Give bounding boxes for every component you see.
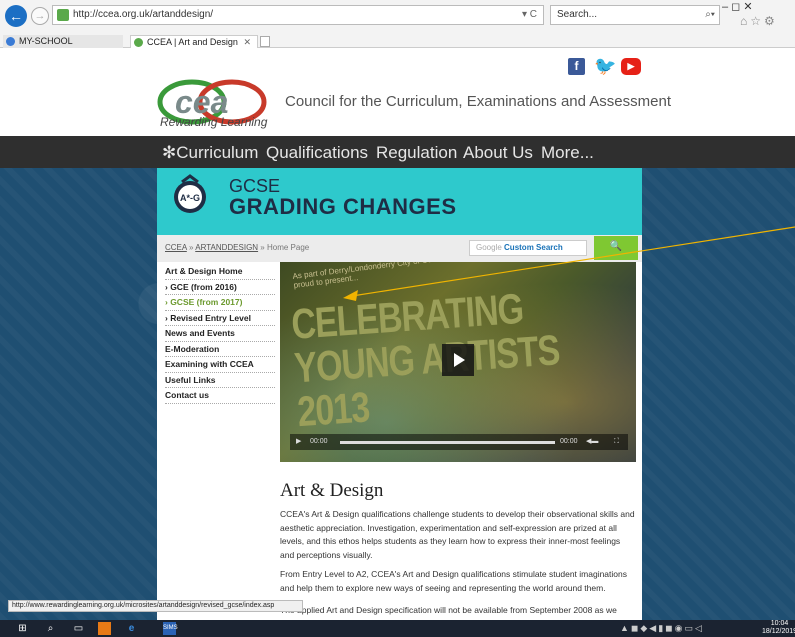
sidebar-item-entry-level[interactable]: › Revised Entry Level <box>165 311 275 326</box>
nav-about-us[interactable]: About Us <box>463 143 533 163</box>
time-end: 00:00 <box>560 438 578 445</box>
refresh-icon[interactable]: ▾ C <box>522 6 537 24</box>
main-nav: ✻Curriculum Qualifications Regulation Ab… <box>0 136 795 168</box>
article-paragraph: CCEA's Art & Design qualifications chall… <box>280 509 635 560</box>
tab-my-school[interactable]: MY-SCHOOL <box>3 35 123 48</box>
sims-icon[interactable]: SIMS <box>163 622 178 635</box>
breadcrumb-root[interactable]: CCEA <box>165 243 187 252</box>
tagline: Rewarding Learning <box>160 115 268 129</box>
play-icon[interactable]: ▶ <box>296 434 301 450</box>
sidebar-item-news[interactable]: News and Events <box>165 326 275 342</box>
browser-search-placeholder: Search... <box>557 9 598 20</box>
new-tab-button[interactable] <box>260 36 270 47</box>
search-icon[interactable]: ⌕ <box>44 622 57 635</box>
grade-badge-icon: A*-G <box>174 174 206 213</box>
main-content: A*-G GCSE GRADING CHANGES CCEA » ARTANDD… <box>157 168 642 629</box>
nav-qualifications[interactable]: Qualifications <box>266 143 368 163</box>
page-title: Art & Design <box>280 480 384 501</box>
tab-favicon-icon <box>6 37 15 46</box>
tab-favicon-icon <box>134 38 143 47</box>
internet-explorer-icon[interactable]: e <box>125 622 138 635</box>
twitter-icon[interactable]: 🐦 <box>594 57 616 75</box>
sidebar-item-examining[interactable]: Examining with CCEA <box>165 357 275 373</box>
sidebar-item-useful-links[interactable]: Useful Links <box>165 373 275 388</box>
system-tray-icons[interactable]: ▲◼◆◀▮◼◉▭◁ <box>620 623 704 634</box>
time-start: 00:00 <box>310 438 328 445</box>
forward-arrow-icon[interactable]: → <box>31 7 49 25</box>
window-controls[interactable]: – ◻ ✕ <box>722 0 795 14</box>
video-progress-bar[interactable] <box>340 441 555 444</box>
clock[interactable]: 10:04 18/12/2019 <box>762 620 795 636</box>
clock-time: 10:04 <box>770 620 789 627</box>
sidebar-item-gcse[interactable]: › GCSE (from 2017) <box>165 295 275 311</box>
search-button[interactable]: 🔍 <box>594 236 638 260</box>
nav-regulation[interactable]: Regulation <box>376 143 457 163</box>
volume-icon[interactable]: ◀▬ <box>586 434 598 450</box>
site-favicon-icon <box>57 9 69 21</box>
tab-label: MY-SCHOOL <box>19 36 73 46</box>
site-search-input[interactable]: Google Custom Search <box>469 240 587 256</box>
nav-more[interactable]: More... <box>541 143 594 163</box>
tab-ccea-art[interactable]: CCEA | Art and Design ✕ <box>130 35 258 48</box>
org-name: Council for the Curriculum, Examinations… <box>285 93 672 110</box>
breadcrumb-bar: CCEA » ARTANDDESIGN » Home Page Google C… <box>157 235 642 262</box>
sidebar-item-contact[interactable]: Contact us <box>165 388 275 404</box>
status-url-tooltip: http://www.rewardinglearning.org.uk/micr… <box>8 600 303 612</box>
tab-label: CCEA | Art and Design <box>147 37 238 47</box>
breadcrumb-section[interactable]: ARTANDDESIGN <box>195 243 258 252</box>
grading-banner[interactable]: A*-G GCSE GRADING CHANGES <box>157 168 642 235</box>
breadcrumb-current: Home Page <box>266 243 310 252</box>
custom-search-label: Custom Search <box>504 243 563 252</box>
video-controls[interactable]: ▶ 00:00 00:00 ◀▬ ⛶ <box>290 434 628 450</box>
video-title: CELEBRATING YOUNG ARTISTS 2013 <box>290 285 564 436</box>
fullscreen-icon[interactable]: ⛶ <box>614 434 619 450</box>
breadcrumb: CCEA » ARTANDDESIGN » Home Page <box>165 243 309 252</box>
google-label: Google <box>476 243 502 252</box>
breadcrumb-sep: » <box>258 243 267 252</box>
article-paragraph: From Entry Level to A2, CCEA's Art and D… <box>280 569 627 593</box>
address-bar[interactable]: http://ccea.org.uk/artanddesign/ ▾ C <box>52 5 544 25</box>
facebook-icon[interactable]: f <box>568 58 585 75</box>
youtube-icon[interactable]: ▶ <box>621 58 641 75</box>
task-view-icon[interactable]: ▭ <box>72 622 85 635</box>
breadcrumb-sep: » <box>186 243 196 252</box>
clock-date: 18/12/2019 <box>762 628 795 635</box>
sidebar-item-e-moderation[interactable]: E-Moderation <box>165 342 275 357</box>
sidebar: Art & Design Home › GCE (from 2016) › GC… <box>165 264 275 404</box>
play-button[interactable] <box>442 344 474 376</box>
sidebar-item-home[interactable]: Art & Design Home <box>165 264 275 280</box>
browser-chrome: ← → http://ccea.org.uk/artanddesign/ ▾ C… <box>0 0 795 48</box>
back-arrow-icon[interactable]: ← <box>5 5 27 27</box>
taskbar: ⊞ ⌕ ▭ e SIMS ▲◼◆◀▮◼◉▭◁ 10:04 18/12/2019 <box>0 620 795 637</box>
browser-search-input[interactable]: Search... ⌕▾ <box>550 5 720 25</box>
nav-curriculum[interactable]: ✻Curriculum <box>162 143 258 163</box>
banner-line2: GRADING CHANGES <box>229 194 457 219</box>
site-header: cea Rewarding Learning Council for the C… <box>0 48 795 136</box>
home-star-gear-icon[interactable]: ⌂☆⚙ <box>740 14 778 28</box>
search-icon[interactable]: ⌕▾ <box>705 6 715 24</box>
windows-start-icon[interactable]: ⊞ <box>16 622 29 635</box>
app-icon[interactable] <box>98 622 111 635</box>
sidebar-item-gce[interactable]: › GCE (from 2016) <box>165 280 275 295</box>
badge-text: A*-G <box>180 193 200 203</box>
address-url: http://ccea.org.uk/artanddesign/ <box>73 9 214 20</box>
video-player[interactable]: As part of Derry/Londonderry City of Cul… <box>280 262 636 462</box>
